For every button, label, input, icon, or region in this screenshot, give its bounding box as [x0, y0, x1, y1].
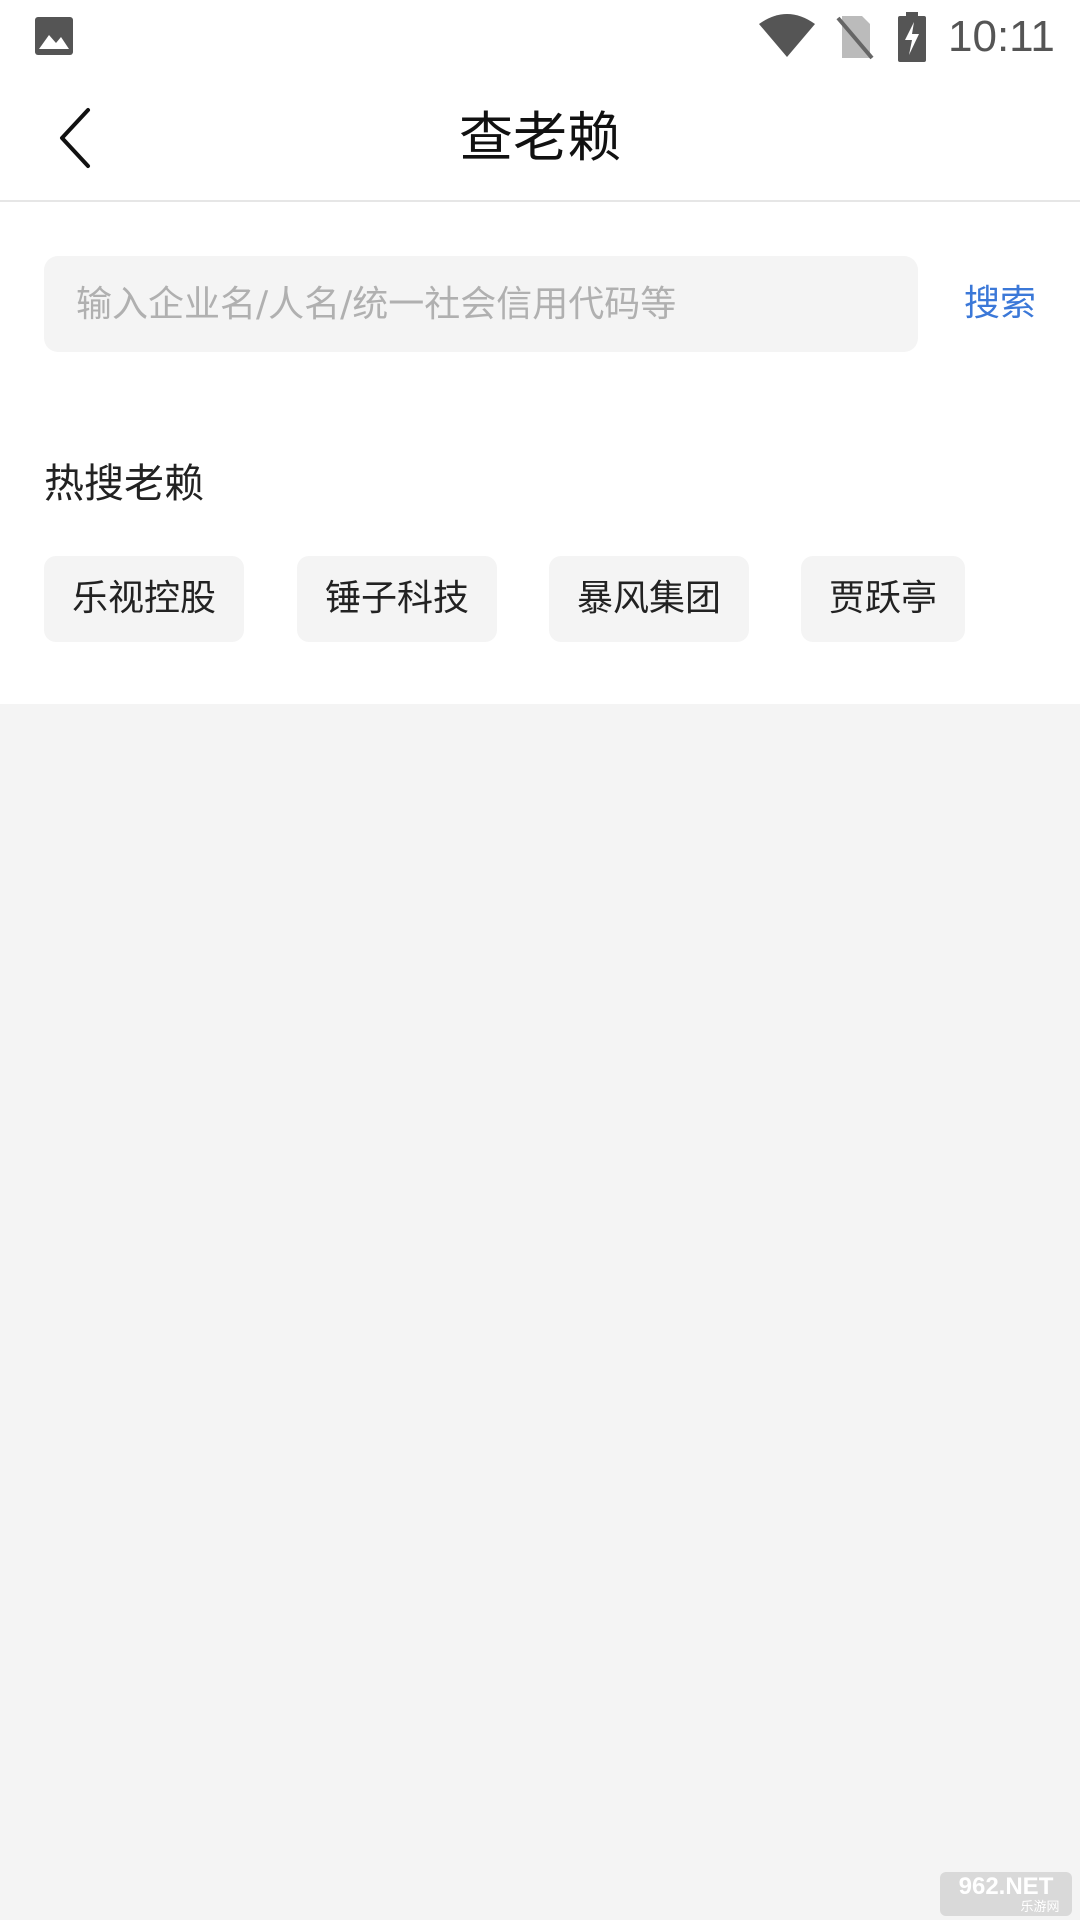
- status-bar: 10:11: [0, 0, 1080, 76]
- hot-tag[interactable]: 锤子科技: [297, 556, 497, 642]
- gallery-icon: [35, 17, 73, 55]
- search-box[interactable]: [44, 256, 918, 352]
- watermark-subtext: 乐游网: [1020, 1900, 1059, 1915]
- chevron-left-icon: [60, 108, 90, 168]
- hot-search-title: 热搜老赖: [44, 461, 204, 507]
- no-sim-icon: [836, 16, 874, 60]
- back-button[interactable]: [36, 98, 116, 178]
- app-header: 查老赖: [0, 76, 1080, 202]
- hot-tag[interactable]: 暴风集团: [549, 556, 749, 642]
- hot-tag[interactable]: 贾跃亭: [801, 556, 965, 642]
- page-title: 查老赖: [459, 106, 621, 169]
- battery-charging-icon: [898, 12, 926, 62]
- hot-tag[interactable]: 乐视控股: [44, 556, 244, 642]
- search-input[interactable]: [44, 256, 918, 352]
- watermark-text: 962.NET: [959, 1873, 1054, 1900]
- watermark-logo: 962.NET 乐游网: [940, 1872, 1072, 1916]
- wifi-icon: [759, 14, 815, 57]
- search-button[interactable]: 搜索: [950, 268, 1050, 340]
- clock: 10:11: [948, 12, 1055, 61]
